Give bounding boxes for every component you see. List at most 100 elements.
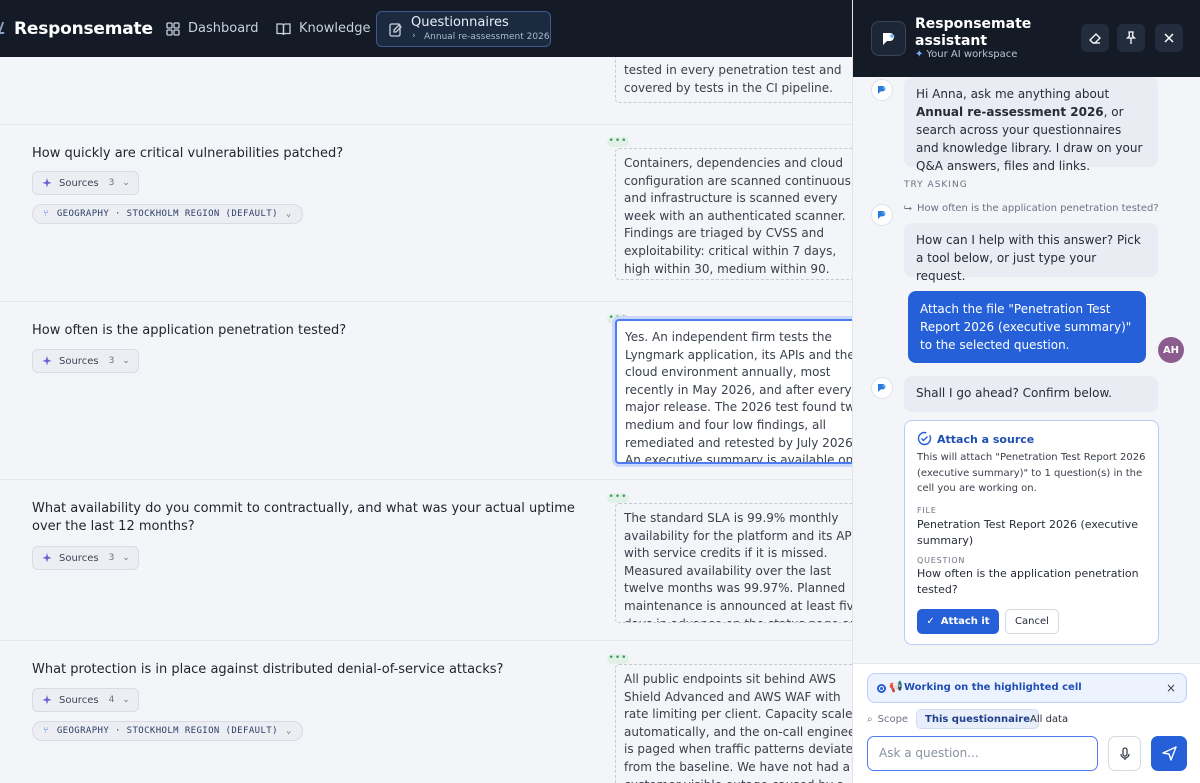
- answer-cell[interactable]: The standard SLA is 99.9% monthly availa…: [615, 503, 852, 623]
- row-menu-icon[interactable]: •••: [607, 654, 629, 664]
- assistant-logo-icon: [871, 21, 906, 56]
- sources-button[interactable]: Sources 3 ⌄: [32, 546, 139, 570]
- nav-questionnaires-label: Questionnaires: [411, 15, 509, 30]
- scope-label-text: Scope: [877, 713, 909, 725]
- try-asking-heading: TRY ASKING: [904, 180, 968, 190]
- row-menu-icon[interactable]: •••: [607, 493, 629, 503]
- brand-mark-icon: [0, 22, 9, 34]
- nav-knowledge-label: Knowledge: [299, 21, 371, 36]
- answer-text: The standard SLA is 99.9% monthly availa…: [624, 511, 852, 622]
- sources-button[interactable]: Sources 3 ⌄: [32, 349, 139, 373]
- radio-dot-icon: [877, 684, 886, 693]
- question-text: How often is the application penetration…: [32, 323, 347, 338]
- geography-tag[interactable]: ⑂ GEOGRAPHY · STOCKHOLM REGION (DEFAULT)…: [32, 721, 303, 741]
- nav-dashboard[interactable]: Dashboard: [166, 0, 259, 57]
- close-icon: [1164, 33, 1174, 43]
- geography-label: GEOGRAPHY · STOCKHOLM REGION (DEFAULT): [56, 726, 278, 736]
- question-text: What protection is in place against dist…: [32, 662, 504, 677]
- assistant-panel: Responsemate assistant ✦ Your AI workspac…: [852, 0, 1200, 783]
- questionnaire-grid: tested in every penetration test and cov…: [0, 57, 852, 783]
- close-icon[interactable]: ×: [1166, 681, 1176, 695]
- branch-icon: ⑂: [43, 726, 49, 736]
- sources-count: 4: [108, 695, 115, 705]
- sources-label: Sources: [59, 355, 99, 367]
- microphone-button[interactable]: [1108, 736, 1141, 771]
- sources-count: 3: [108, 178, 115, 188]
- question-value: How often is the application penetration…: [917, 567, 1139, 596]
- clipboard-edit-icon: [389, 23, 402, 37]
- cancel-button[interactable]: Cancel: [1005, 609, 1059, 634]
- geography-label: GEOGRAPHY · STOCKHOLM REGION (DEFAULT): [56, 209, 278, 219]
- assistant-composer: 📢 Working on the highlighted cell × ⌕ Sco…: [853, 663, 1200, 783]
- question-label: QUESTION: [917, 556, 966, 565]
- chevron-down-icon: ⌄: [122, 695, 130, 705]
- reply-icon: ⮡: [904, 203, 912, 214]
- working-banner-text: Working on the highlighted cell: [904, 682, 1082, 693]
- sparkle-icon: [42, 553, 52, 563]
- ask-question-input[interactable]: Ask a question...: [867, 736, 1098, 771]
- table-row: tested in every penetration test and cov…: [0, 57, 852, 125]
- question-text: How quickly are critical vulnerabilities…: [32, 146, 344, 161]
- table-row: How quickly are critical vulnerabilities…: [0, 125, 852, 302]
- megaphone-icon: 📢: [889, 680, 903, 693]
- card-title: Attach a source: [937, 433, 1035, 446]
- nav-questionnaires[interactable]: Questionnaires › Annual re-assessment 20…: [376, 11, 551, 47]
- answer-cell-highlighted[interactable]: Yes. An independent firm tests the Lyngm…: [615, 319, 852, 464]
- sources-count: 3: [108, 356, 115, 366]
- answer-text: Containers, dependencies and cloud confi…: [624, 156, 852, 276]
- chevron-right-icon: ›: [412, 31, 416, 41]
- scope-option-this-questionnaire[interactable]: This questionnaire: [916, 709, 1040, 729]
- scope-label: ⌕ Scope: [867, 709, 908, 729]
- nav-dashboard-label: Dashboard: [188, 21, 259, 36]
- sources-label: Sources: [59, 177, 99, 189]
- check-circle-icon: [917, 431, 932, 446]
- table-row: What availability do you commit to contr…: [0, 480, 852, 641]
- eraser-icon: [1089, 33, 1101, 44]
- attach-source-card: Attach a source This will attach "Penetr…: [904, 420, 1159, 645]
- greeting-text: Hi Anna, ask me anything about: [916, 87, 1110, 101]
- sources-count: 3: [108, 553, 115, 563]
- chevron-down-icon: ⌄: [285, 726, 292, 736]
- close-panel-button[interactable]: [1155, 24, 1183, 52]
- answer-cell[interactable]: tested in every penetration test and cov…: [615, 57, 852, 103]
- grid-icon: [166, 21, 180, 36]
- row-menu-icon[interactable]: •••: [607, 137, 629, 147]
- referenced-question[interactable]: ⮡ How often is the application penetrati…: [904, 203, 1159, 214]
- sources-button[interactable]: Sources 4 ⌄: [32, 688, 139, 712]
- sources-button[interactable]: Sources 3 ⌄: [32, 171, 139, 195]
- nav-questionnaire-subtitle: Annual re-assessment 2026: [424, 32, 550, 42]
- sparkle-icon: [42, 356, 52, 366]
- attach-it-button[interactable]: ✓ Attach it: [917, 609, 999, 634]
- assistant-confirm-message: Shall I go ahead? Confirm below.: [904, 376, 1158, 412]
- answer-cell[interactable]: All public endpoints sit behind AWS Shie…: [615, 664, 852, 783]
- branch-icon: ⑂: [43, 209, 49, 219]
- attach-it-label: Attach it: [940, 616, 990, 627]
- chevron-down-icon: ⌄: [122, 356, 130, 366]
- nav-knowledge[interactable]: Knowledge: [276, 0, 370, 57]
- sparkle-icon: [42, 178, 52, 188]
- sparkle-icon: [42, 695, 52, 705]
- answer-text: All public endpoints sit behind AWS Shie…: [624, 672, 852, 783]
- book-icon: [276, 22, 291, 35]
- answer-cell[interactable]: Containers, dependencies and cloud confi…: [615, 148, 852, 280]
- assistant-avatar-icon: [871, 377, 893, 399]
- assistant-avatar-icon: [871, 204, 893, 226]
- assistant-help-message: How can I help with this answer? Pick a …: [904, 223, 1158, 283]
- working-banner: 📢 Working on the highlighted cell ×: [867, 673, 1187, 703]
- clear-chat-button[interactable]: [1081, 24, 1109, 52]
- send-button[interactable]: [1151, 736, 1187, 771]
- assistant-avatar-icon: [871, 79, 893, 101]
- brand-logo[interactable]: Responsemate: [14, 19, 153, 39]
- scope-option-all-data[interactable]: All data: [1022, 709, 1076, 729]
- answer-text: tested in every penetration test and cov…: [624, 63, 842, 95]
- greeting-questionnaire-name: Annual re-assessment 2026: [916, 105, 1104, 119]
- file-value: Penetration Test Report 2026 (executive …: [917, 518, 1138, 547]
- send-icon: [1161, 746, 1177, 761]
- pin-button[interactable]: [1117, 24, 1145, 52]
- user-avatar: AH: [1158, 337, 1184, 363]
- assistant-header: Responsemate assistant ✦ Your AI workspac…: [853, 0, 1200, 77]
- geography-tag[interactable]: ⑂ GEOGRAPHY · STOCKHOLM REGION (DEFAULT)…: [32, 204, 303, 224]
- sources-label: Sources: [59, 694, 99, 706]
- chevron-down-icon: ⌄: [285, 209, 292, 219]
- check-icon: ✓: [926, 616, 935, 627]
